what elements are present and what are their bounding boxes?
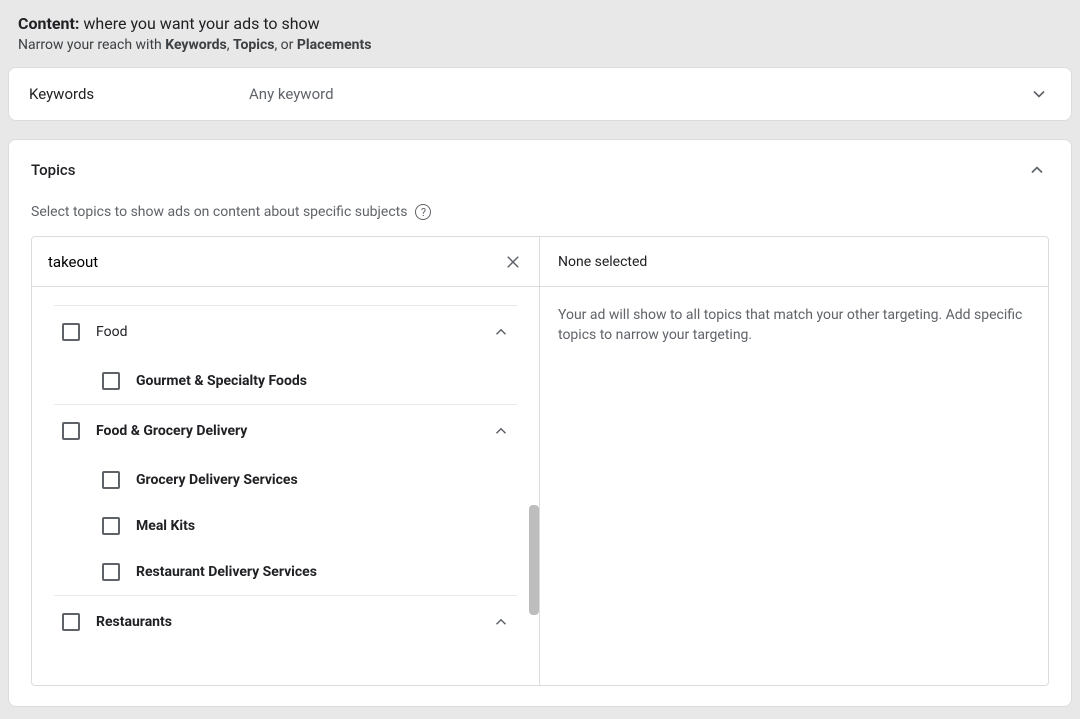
topic-label: Grocery Delivery Services [136,472,513,488]
content-title-rest: where you want your ads to show [79,14,319,33]
topic-gourmet-specialty-foods[interactable]: Gourmet & Specialty Foods [54,358,517,404]
topics-search-input[interactable] [44,247,499,277]
checkbox[interactable] [62,613,80,631]
selected-body-text: Your ad will show to all topics that mat… [558,307,1022,343]
content-subtitle: Narrow your reach with Keywords, Topics,… [18,37,1062,53]
chevron-up-icon[interactable] [489,419,513,443]
content-header: Content: where you want your ads to show… [8,8,1072,67]
topic-restaurant-delivery-services[interactable]: Restaurant Delivery Services [54,549,517,595]
topics-description-row: Select topics to show ads on content abo… [9,182,1071,236]
topics-panel: Food Gourmet & Specialty Foods Food & Gr… [31,236,1049,686]
topic-restaurants[interactable]: Restaurants [54,595,517,648]
scrollbar-thumb[interactable] [529,505,539,615]
chevron-up-icon[interactable] [1025,158,1049,182]
chevron-down-icon[interactable] [1027,82,1051,106]
topic-label: Food [96,324,473,340]
topic-label: Gourmet & Specialty Foods [136,373,513,389]
checkbox[interactable] [102,372,120,390]
topics-search-row [32,237,539,287]
sub-placements: Placements [297,37,372,53]
checkbox[interactable] [102,471,120,489]
topic-grocery-delivery-services[interactable]: Grocery Delivery Services [54,457,517,503]
chevron-up-icon[interactable] [489,320,513,344]
topics-header[interactable]: Topics [9,140,1071,182]
help-icon[interactable]: ? [415,204,431,220]
topic-food-grocery-delivery[interactable]: Food & Grocery Delivery [54,404,517,457]
topics-description: Select topics to show ads on content abo… [31,204,407,220]
checkbox[interactable] [102,563,120,581]
topic-label: Restaurants [96,614,473,630]
keywords-card[interactable]: Keywords Any keyword [8,67,1072,121]
topics-tree[interactable]: Food Gourmet & Specialty Foods Food & Gr… [32,287,539,685]
selected-body: Your ad will show to all topics that mat… [540,287,1048,364]
topics-left-column: Food Gourmet & Specialty Foods Food & Gr… [32,237,540,685]
selected-header: None selected [540,237,1048,287]
topic-label: Food & Grocery Delivery [96,423,473,439]
chevron-up-icon[interactable] [489,610,513,634]
content-title-bold: Content: [18,14,79,33]
selected-header-text: None selected [558,254,647,270]
topic-label: Meal Kits [136,518,513,534]
topics-card: Topics Select topics to show ads on cont… [8,139,1072,707]
topic-meal-kits[interactable]: Meal Kits [54,503,517,549]
checkbox[interactable] [62,323,80,341]
sub-topics: Topics [233,37,274,53]
keywords-row[interactable]: Keywords Any keyword [9,68,1071,120]
content-title: Content: where you want your ads to show [18,14,1062,33]
keywords-label: Keywords [29,85,249,103]
topics-title: Topics [31,161,75,179]
topic-label: Restaurant Delivery Services [136,564,513,580]
sub-prefix: Narrow your reach with [18,37,165,53]
keywords-value: Any keyword [249,85,1027,103]
sub-keywords: Keywords [165,37,227,53]
checkbox[interactable] [102,517,120,535]
topics-right-column: None selected Your ad will show to all t… [540,237,1048,685]
close-icon[interactable] [499,248,527,276]
sub-sep2: , or [274,37,296,53]
checkbox[interactable] [62,422,80,440]
topic-food[interactable]: Food [54,305,517,358]
